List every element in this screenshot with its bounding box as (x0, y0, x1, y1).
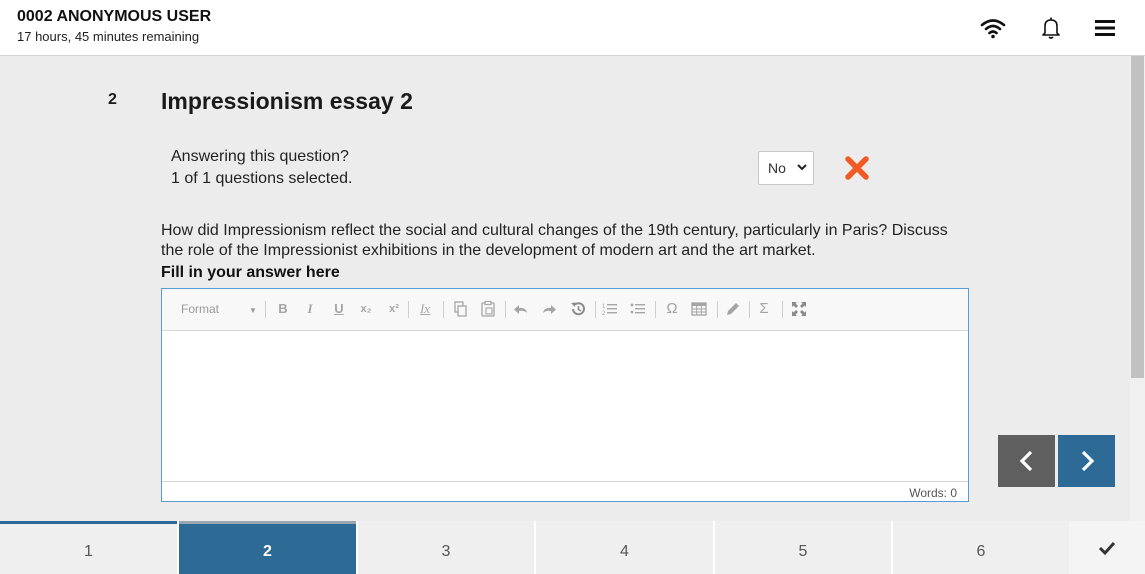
bold-button[interactable]: B (274, 300, 292, 318)
undo-icon[interactable] (512, 300, 530, 318)
paste-icon[interactable] (479, 300, 497, 318)
history-icon[interactable] (569, 300, 587, 318)
chevron-down-icon (797, 164, 807, 171)
question-panel: 2 Impressionism essay 2 Answering this q… (0, 56, 1130, 521)
chevron-left-icon (1019, 450, 1033, 472)
format-label: Format (181, 302, 220, 316)
fullscreen-icon[interactable] (790, 300, 808, 318)
scrollbar-thumb[interactable] (1131, 56, 1144, 378)
editor-status-bar: Words: 0 (162, 481, 968, 501)
bulleted-list-icon[interactable] (629, 300, 647, 318)
remove-format-button[interactable]: Ix (416, 300, 434, 318)
checkmark-icon (1098, 541, 1116, 556)
toolbar-divider (782, 301, 783, 318)
answer-text-area[interactable] (162, 331, 968, 481)
not-answering-x-icon[interactable] (845, 156, 869, 180)
subscript-button[interactable]: x₂ (357, 300, 375, 318)
toolbar-divider (749, 301, 750, 318)
answering-label: Answering this question? (171, 148, 349, 165)
format-dropdown[interactable]: Format ▼ (181, 302, 261, 316)
tab-question-1[interactable]: 1 (0, 521, 177, 574)
toolbar-divider (595, 301, 596, 318)
redo-icon[interactable] (540, 300, 558, 318)
caret-down-icon: ▼ (249, 306, 257, 315)
answer-label: Fill in your answer here (161, 264, 340, 281)
toolbar-divider (655, 301, 656, 318)
toolbar-divider (717, 301, 718, 318)
tab-question-4[interactable]: 4 (536, 521, 713, 574)
finish-tab[interactable] (1069, 521, 1145, 574)
svg-text:2: 2 (602, 311, 606, 317)
bell-icon[interactable] (1037, 14, 1065, 42)
question-number: 2 (108, 91, 117, 108)
toolbar-divider (408, 301, 409, 318)
word-count: Words: 0 (909, 486, 957, 500)
editor-toolbar: Format ▼ B I U x₂ x² Ix 1 2 Ω Σ (162, 289, 968, 331)
copy-icon[interactable] (451, 300, 469, 318)
formula-button[interactable]: Σ (755, 300, 773, 318)
answering-select[interactable]: No (758, 151, 814, 185)
pencil-icon[interactable] (724, 300, 742, 318)
menu-icon[interactable] (1091, 14, 1119, 42)
toolbar-divider (265, 301, 266, 318)
selected-count: 1 of 1 questions selected. (171, 170, 353, 187)
tab-question-6[interactable]: 6 (893, 521, 1069, 574)
table-icon[interactable] (690, 300, 708, 318)
answering-select-value: No (768, 160, 786, 176)
answer-editor: Format ▼ B I U x₂ x² Ix 1 2 Ω Σ Words: 0 (161, 288, 969, 502)
previous-question-button[interactable] (998, 435, 1055, 487)
tab-question-2[interactable]: 2 (179, 521, 356, 574)
question-text: How did Impressionism reflect the social… (161, 222, 948, 259)
italic-button[interactable]: I (301, 300, 319, 318)
toolbar-divider (505, 301, 506, 318)
chevron-right-icon (1081, 450, 1095, 472)
answering-block: Answering this question? 1 of 1 question… (171, 146, 352, 190)
next-question-button[interactable] (1058, 435, 1115, 487)
toolbar-divider (443, 301, 444, 318)
question-tabs: 1 2 3 4 5 6 (0, 521, 1145, 574)
scrollbar[interactable] (1130, 56, 1145, 521)
tab-question-5[interactable]: 5 (715, 521, 891, 574)
superscript-button[interactable]: x² (385, 300, 403, 318)
question-title: Impressionism essay 2 (161, 88, 413, 114)
user-name: 0002 ANONYMOUS USER (17, 8, 212, 25)
tab-question-3[interactable]: 3 (358, 521, 534, 574)
special-char-button[interactable]: Ω (663, 300, 681, 318)
svg-text:1: 1 (602, 304, 606, 310)
numbered-list-icon[interactable]: 1 2 (601, 300, 619, 318)
underline-button[interactable]: U (330, 300, 348, 318)
time-remaining: 17 hours, 45 minutes remaining (17, 29, 200, 44)
top-bar: 0002 ANONYMOUS USER 17 hours, 45 minutes… (0, 0, 1145, 56)
wifi-icon[interactable] (979, 14, 1007, 42)
